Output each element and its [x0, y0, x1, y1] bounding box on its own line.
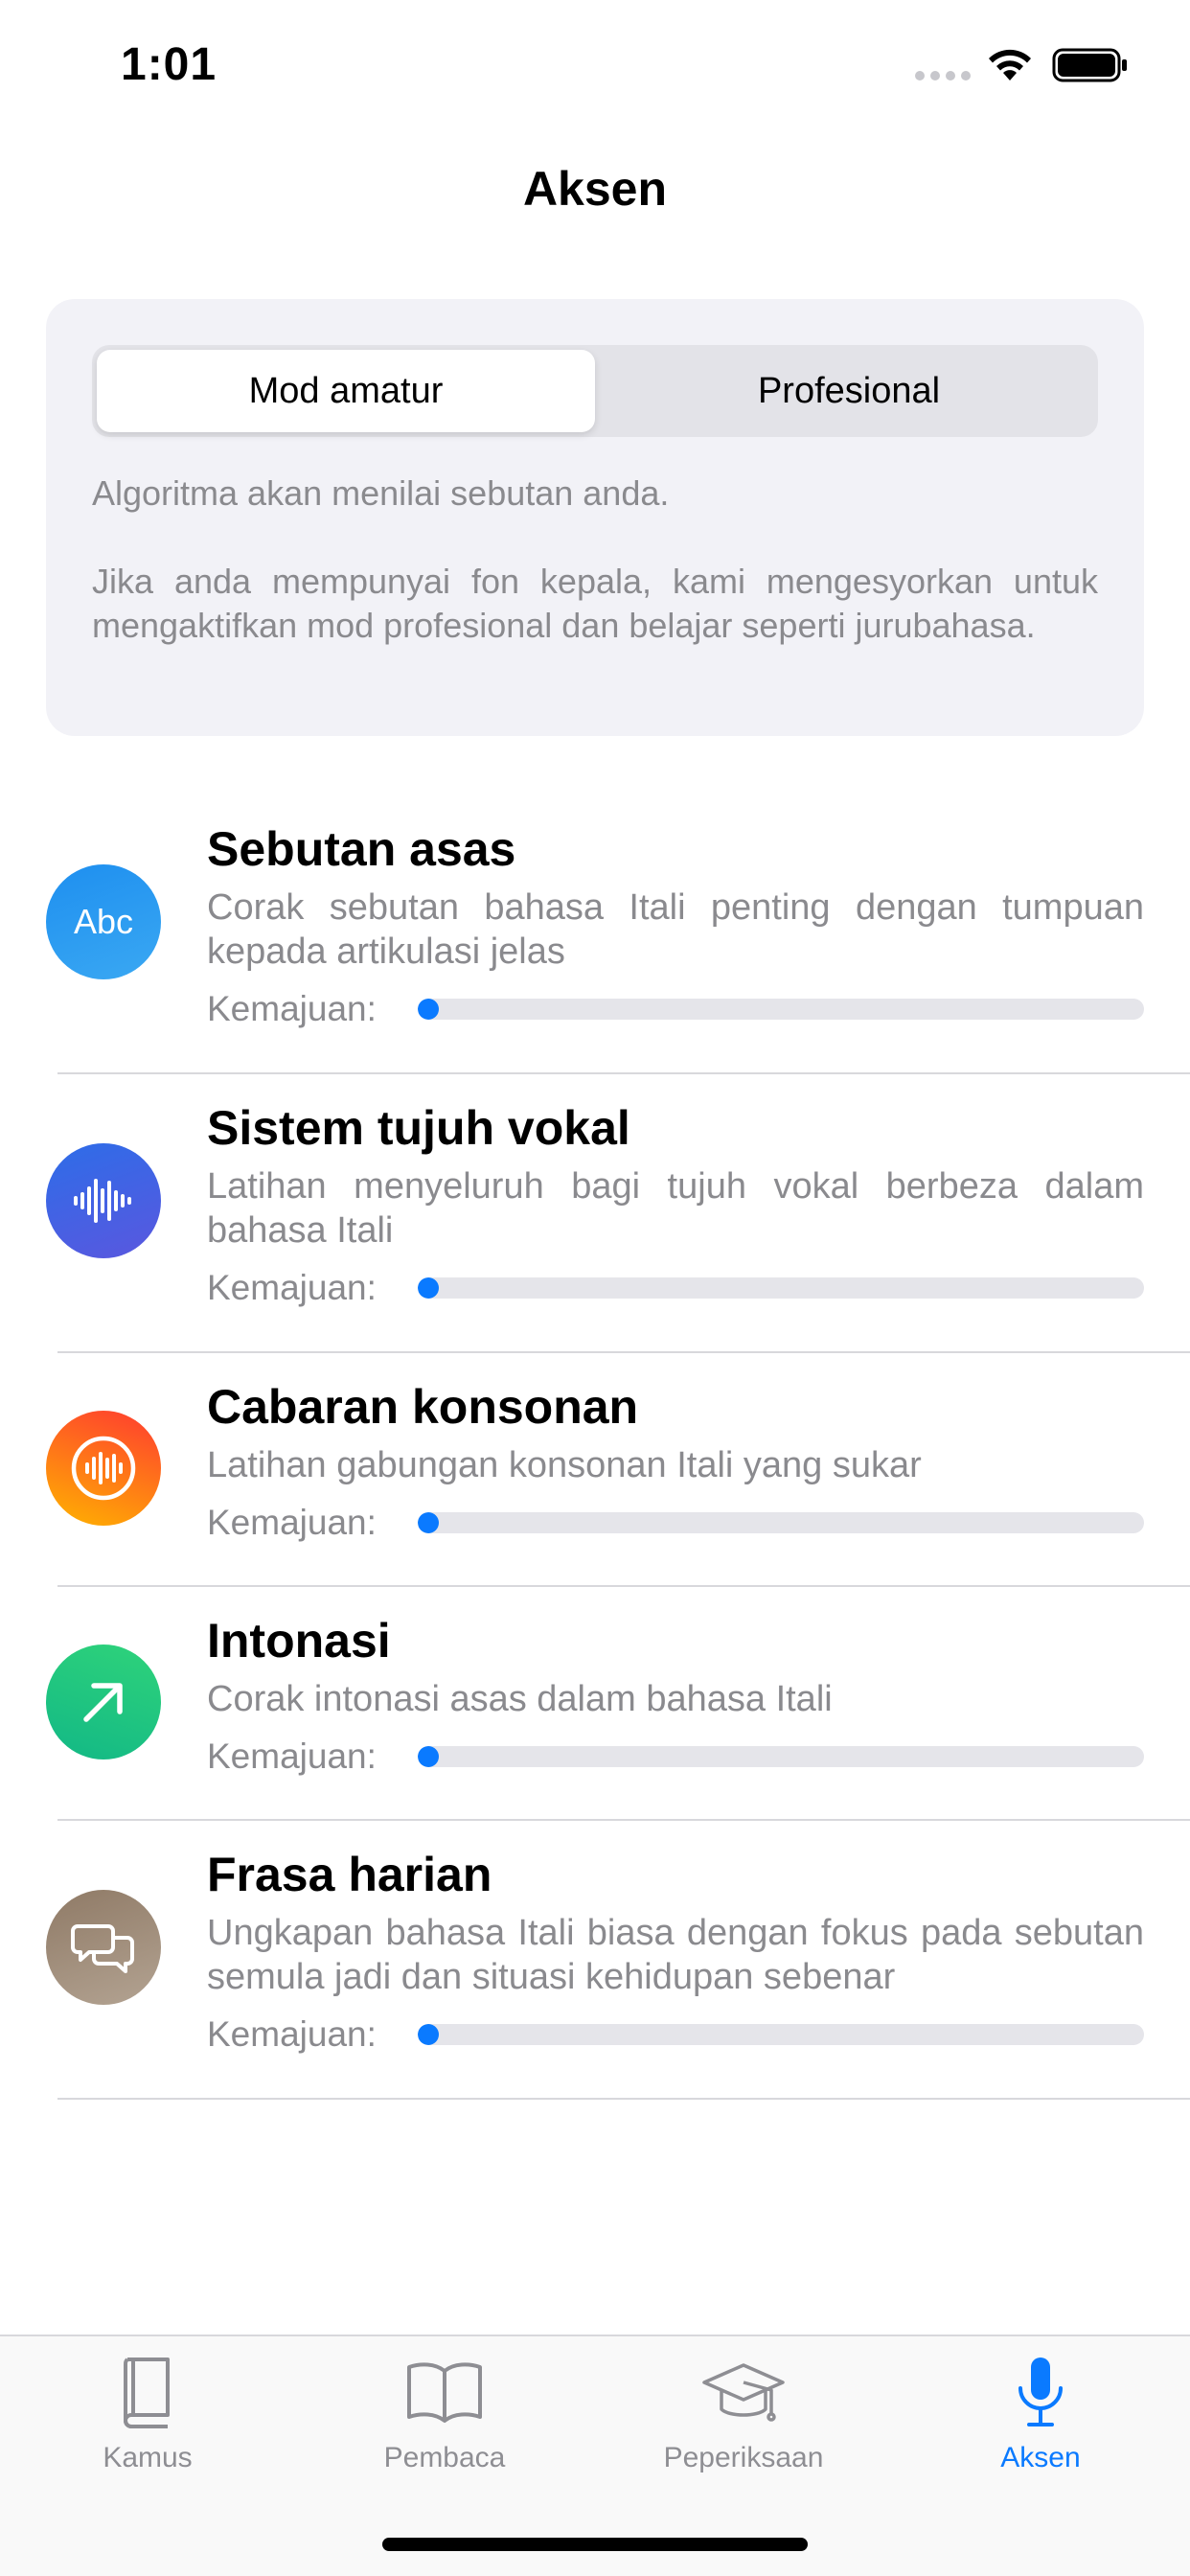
lesson-description: Latihan menyeluruh bagi tujuh vokal berb…: [207, 1166, 1144, 1251]
progress-bar: [418, 1512, 1144, 1533]
progress-fill: [418, 1746, 439, 1767]
mode-description-line-2: Jika anda mempunyai fon kepala, kami men…: [92, 562, 1098, 645]
lesson-description: Corak sebutan bahasa Itali penting denga…: [207, 887, 1144, 972]
lesson-description: Ungkapan bahasa Itali biasa dengan fokus…: [207, 1913, 1144, 1997]
tab-kamus[interactable]: Kamus: [42, 2354, 253, 2474]
mode-description-line-1: Algoritma akan menilai sebutan anda.: [92, 473, 670, 513]
lesson-consonant-challenge[interactable]: Cabaran konsonan Latihan gabungan konson…: [0, 1353, 1190, 1587]
lesson-list: Abc Sebutan asas Corak sebutan bahasa It…: [0, 795, 1190, 2100]
battery-icon: [1052, 48, 1127, 82]
progress-bar: [418, 1746, 1144, 1767]
waveform-circle-icon: [46, 1411, 161, 1526]
progress-fill: [418, 1512, 439, 1533]
mode-segmented-control: Mod amatur Profesional: [92, 345, 1098, 437]
lesson-basic-pronunciation[interactable]: Abc Sebutan asas Corak sebutan bahasa It…: [0, 795, 1190, 1074]
wifi-icon: [989, 49, 1031, 80]
tab-peperiksaan[interactable]: Peperiksaan: [638, 2354, 849, 2474]
progress-row: Kemajuan:: [207, 1735, 1144, 1779]
lesson-title: Sistem tujuh vokal: [207, 1101, 630, 1155]
tab-label: Aksen: [1000, 2442, 1081, 2473]
lesson-intonation[interactable]: Intonasi Corak intonasi asas dalam bahas…: [0, 1587, 1190, 1821]
progress-fill: [418, 1277, 439, 1299]
abc-icon-text: Abc: [73, 902, 134, 941]
lesson-title: Frasa harian: [207, 1848, 492, 1901]
tab-label: Pembaca: [383, 2442, 506, 2473]
lesson-title: Cabaran konsonan: [207, 1380, 639, 1434]
progress-row: Kemajuan:: [207, 1501, 1144, 1545]
progress-bar: [418, 999, 1144, 1020]
progress-row: Kemajuan:: [207, 2012, 1144, 2057]
lesson-title: Intonasi: [207, 1614, 391, 1668]
abc-icon: Abc: [46, 864, 161, 979]
status-bar: 1:01: [0, 0, 1190, 125]
mode-card: Mod amatur Profesional Algoritma akan me…: [46, 299, 1144, 736]
cellular-signal-icon: [915, 71, 971, 80]
waveform-icon: [46, 1143, 161, 1258]
progress-label: Kemajuan:: [207, 1736, 377, 1776]
progress-row: Kemajuan:: [207, 987, 1144, 1031]
progress-label: Kemajuan:: [207, 2014, 377, 2054]
book-icon: [124, 2358, 170, 2428]
progress-label: Kemajuan:: [207, 1503, 377, 1542]
arrow-up-right-icon: [46, 1644, 161, 1760]
chat-bubbles-icon: [46, 1890, 161, 2005]
lesson-seven-vowel-system[interactable]: Sistem tujuh vokal Latihan menyeluruh ba…: [0, 1074, 1190, 1353]
lesson-title: Sebutan asas: [207, 822, 516, 876]
tab-pembaca[interactable]: Pembaca: [339, 2354, 550, 2474]
tab-aksen[interactable]: Aksen: [935, 2354, 1146, 2474]
segment-professional-mode[interactable]: Profesional: [600, 345, 1098, 437]
open-book-icon: [407, 2362, 482, 2423]
page-title: Aksen: [522, 162, 668, 216]
lesson-daily-phrases[interactable]: Frasa harian Ungkapan bahasa Itali biasa…: [0, 1821, 1190, 2100]
lesson-description: Latihan gabungan konsonan Itali yang suk…: [207, 1445, 922, 1485]
progress-label: Kemajuan:: [207, 1268, 377, 1307]
divider: [57, 2098, 1190, 2100]
home-indicator: [382, 2538, 808, 2551]
progress-fill: [418, 2024, 439, 2045]
progress-row: Kemajuan:: [207, 1266, 1144, 1310]
microphone-icon: [1018, 2358, 1063, 2426]
segment-amateur-mode[interactable]: Mod amatur: [97, 350, 595, 432]
progress-label: Kemajuan:: [207, 989, 377, 1028]
mode-description: Algoritma akan menilai sebutan anda. Jik…: [92, 472, 1098, 648]
tab-label: Peperiksaan: [663, 2442, 824, 2473]
lesson-description: Corak intonasi asas dalam bahasa Itali: [207, 1679, 833, 1719]
graduation-cap-icon: [702, 2363, 785, 2422]
progress-bar: [418, 1277, 1144, 1299]
progress-bar: [418, 2024, 1144, 2045]
progress-fill: [418, 999, 439, 1020]
status-time: 1:01: [121, 39, 217, 90]
tab-label: Kamus: [103, 2442, 193, 2473]
